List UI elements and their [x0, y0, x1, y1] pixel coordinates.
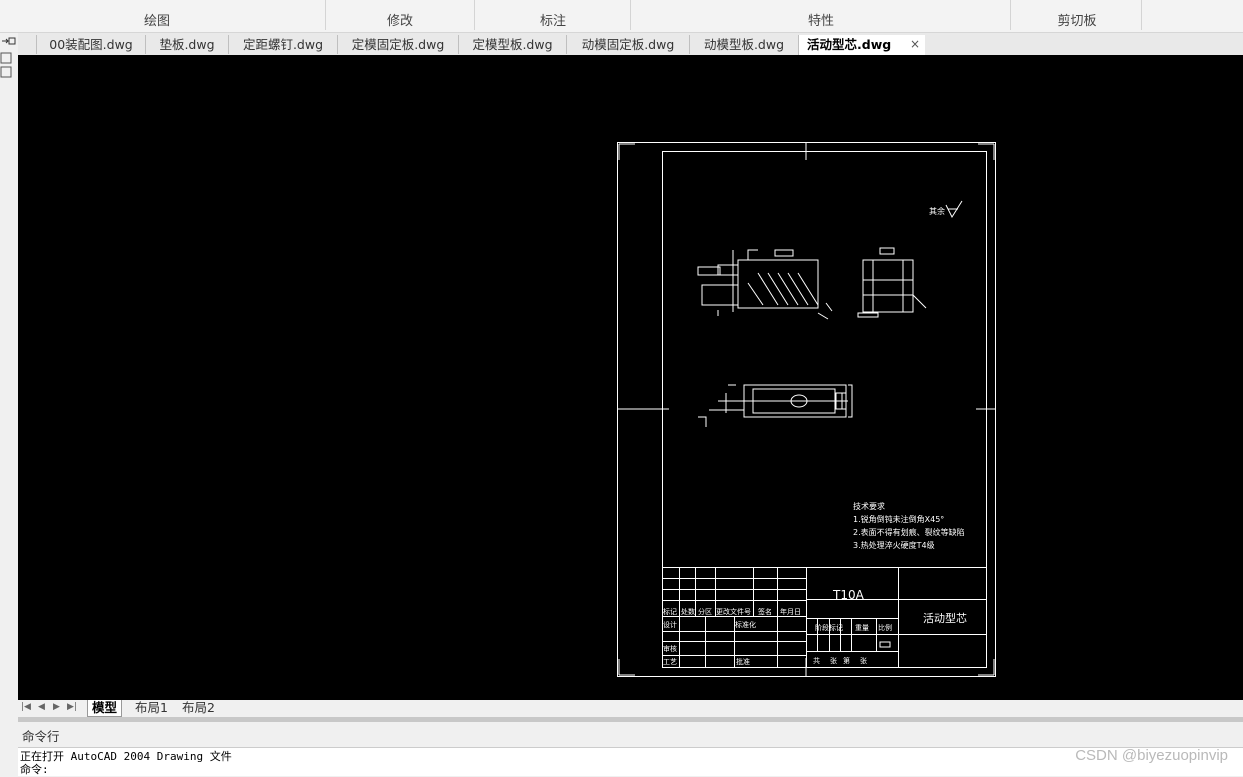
- doc-tab[interactable]: 定模型板.dwg: [458, 35, 566, 54]
- first-layout-icon[interactable]: |◀: [21, 702, 31, 712]
- tech-req-line: 3.热处理淬火硬度T4级: [853, 540, 935, 550]
- top-view: [698, 384, 853, 427]
- next-layout-icon[interactable]: ▶: [53, 702, 60, 712]
- doc-tab[interactable]: 定模固定板.dwg: [337, 35, 458, 54]
- doc-tab-active[interactable]: 活动型芯.dwg ×: [798, 35, 925, 55]
- ribbon: 绘图 修改 标注 特性 剪切板: [0, 0, 1243, 33]
- tech-req-line: 2.表面不得有划痕、裂纹等缺陷: [853, 527, 965, 537]
- panel-modify-label[interactable]: 修改: [387, 10, 413, 29]
- tech-req-title: 技术要求: [853, 501, 885, 511]
- layout-tab-2[interactable]: 布局2: [178, 700, 219, 716]
- drawing-svg: 其余 技术要求 1.锐角倒钝未注倒角X45° 2.表面不得有划痕、裂纹等缺陷 3…: [617, 142, 996, 677]
- side-view: [857, 247, 927, 318]
- doc-tab-label: 活动型芯.dwg: [807, 37, 892, 52]
- tb-standardize: 标准化: [735, 620, 756, 629]
- doc-tab[interactable]: 垫板.dwg: [145, 35, 228, 54]
- command-history-line: 正在打开 AutoCAD 2004 Drawing 文件: [20, 750, 232, 763]
- doc-tab-label: 定距螺钉.dwg: [242, 37, 324, 52]
- panel-properties-label[interactable]: 特性: [808, 10, 834, 29]
- panel-separator: [1010, 0, 1011, 30]
- prev-layout-icon[interactable]: ◀: [38, 702, 45, 712]
- panel-separator: [1141, 0, 1142, 30]
- panel-separator: [630, 0, 631, 30]
- panel-annotate-label[interactable]: 标注: [540, 10, 566, 29]
- doc-tab[interactable]: 00装配图.dwg: [36, 35, 145, 54]
- material-label: T10A: [832, 588, 865, 602]
- layout-tab-model[interactable]: 模型: [87, 700, 123, 717]
- tb-scale: 比例: [878, 623, 892, 632]
- command-history[interactable]: 正在打开 AutoCAD 2004 Drawing 文件 命令:: [18, 747, 1243, 776]
- layout-tab-1[interactable]: 布局1: [131, 700, 172, 716]
- tb-review: 审核: [663, 644, 677, 653]
- doc-tab[interactable]: 动模型板.dwg: [689, 35, 798, 54]
- tb-weight: 重量: [855, 624, 869, 632]
- tb-approve: 批准: [736, 657, 750, 666]
- doc-tab-label: 垫板.dwg: [159, 37, 215, 52]
- watermark-text: CSDN @biyezuopinvip: [1075, 747, 1228, 764]
- part-name-label: 活动型芯: [923, 611, 967, 625]
- doc-tab-label: 定模固定板.dwg: [351, 37, 445, 52]
- roughness-note: 其余: [929, 206, 945, 216]
- doc-tab-label: 定模型板.dwg: [472, 37, 553, 52]
- last-layout-icon[interactable]: ▶|: [67, 702, 77, 712]
- tb-sheet-no-end: 张: [860, 656, 867, 665]
- tb-process: 工艺: [663, 658, 677, 666]
- tech-req-line: 1.锐角倒钝未注倒角X45°: [853, 514, 944, 524]
- palette-icon[interactable]: [0, 33, 18, 83]
- tb-mark: 标记: [663, 607, 677, 616]
- tb-sheet-no: 第: [843, 656, 850, 665]
- left-tool-strip: [0, 33, 19, 775]
- panel-separator: [325, 0, 326, 30]
- document-tab-bar: 00装配图.dwg 垫板.dwg 定距螺钉.dwg 定模固定板.dwg 定模型板…: [18, 33, 1243, 56]
- model-space-canvas[interactable]: 其余 技术要求 1.锐角倒钝未注倒角X45° 2.表面不得有划痕、裂纹等缺陷 3…: [18, 55, 1243, 700]
- tb-total-sheets: 共: [813, 656, 820, 665]
- doc-tab[interactable]: 动模固定板.dwg: [566, 35, 689, 54]
- doc-tab-label: 00装配图.dwg: [49, 37, 133, 52]
- tb-date: 年月日: [780, 607, 801, 616]
- panel-draw-label[interactable]: 绘图: [144, 10, 170, 29]
- layout-tab-bar: |◀ ◀ ▶ ▶| 模型 布局1 布局2: [18, 700, 1243, 717]
- doc-tab-label: 动模型板.dwg: [703, 37, 785, 52]
- close-icon[interactable]: ×: [910, 35, 920, 54]
- tb-stage-mark: 阶段标记: [815, 623, 843, 632]
- panel-clipboard-label[interactable]: 剪切板: [1057, 10, 1096, 29]
- tb-change-doc: 更改文件号: [716, 607, 751, 616]
- tb-sheet: 张: [830, 656, 837, 665]
- panel-separator: [474, 0, 475, 30]
- doc-tab-label: 动模固定板.dwg: [581, 37, 675, 52]
- tb-design: 设计: [663, 620, 677, 629]
- doc-tab[interactable]: 定距螺钉.dwg: [228, 35, 337, 54]
- front-view: [697, 249, 833, 320]
- tb-count: 处数: [681, 607, 695, 616]
- tb-zone: 分区: [698, 607, 712, 616]
- roughness-symbol: [945, 200, 963, 219]
- command-line-label: 命令行: [22, 729, 60, 744]
- tb-sign: 签名: [758, 607, 772, 616]
- command-line-header: 命令行: [18, 722, 1243, 747]
